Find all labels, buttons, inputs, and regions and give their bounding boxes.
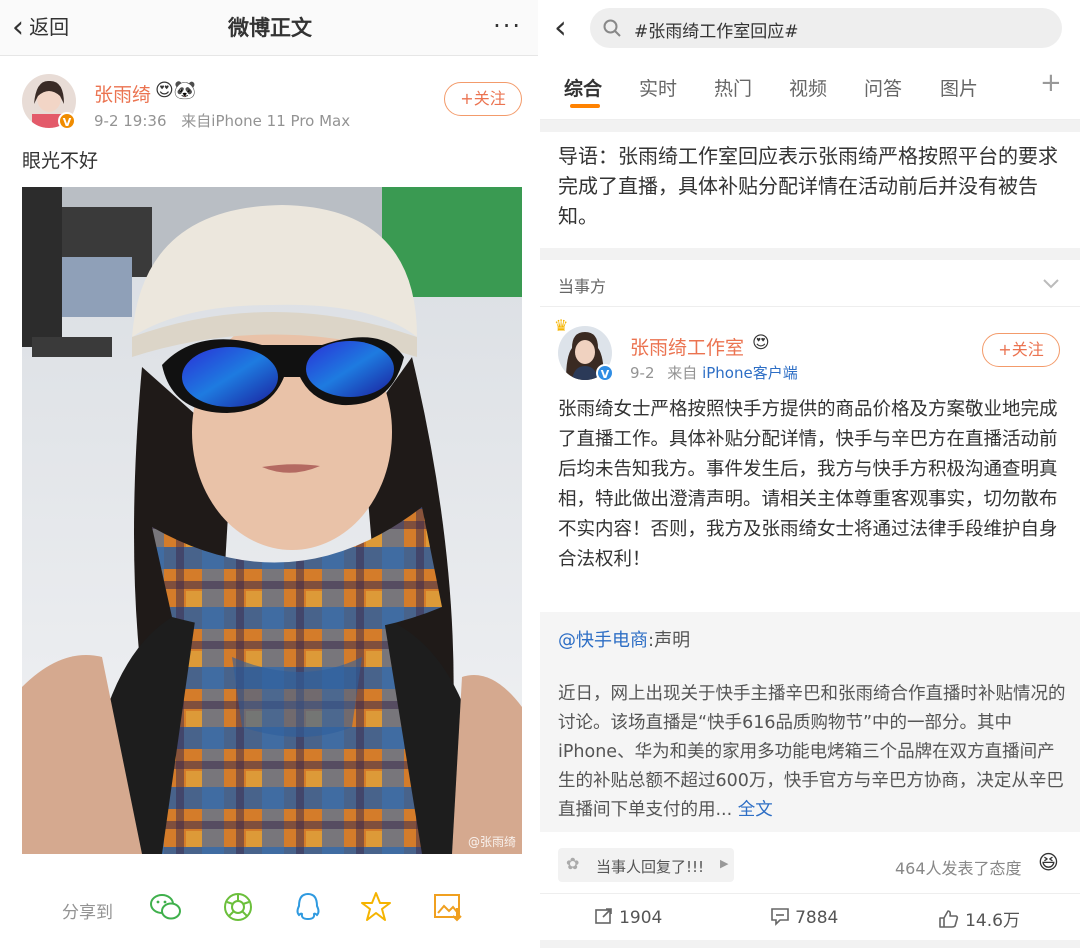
back-chevron-icon[interactable]: ‹ [554,11,567,43]
topic-lead: 导语：张雨绮工作室回应表示张雨绮严格按照平台的要求完成了直播，具体补贴分配详情在… [558,144,1058,228]
quoted-title: @快手电商:声明 [558,626,690,652]
post-meta: 9-2 19:36 来自iPhone 11 Pro Max [94,110,350,131]
add-tab-icon[interactable]: + [1040,68,1062,98]
share-label: 分享到 [62,903,113,923]
post-photo[interactable]: @张雨绮 [22,187,522,854]
tab-images[interactable]: 图片 [940,74,978,101]
repost-count: 1904 [619,908,663,928]
blue-verified-icon: V [596,364,614,382]
quoted-suffix: :声明 [648,630,691,651]
post-time: 9-2 19:36 [94,112,167,130]
mention-link[interactable]: @快手电商 [558,630,648,651]
quoted-body: 近日，网上出现关于快手主播辛巴和张雨绮合作直播时补贴情况的讨论。该场直播是“快手… [558,684,1066,820]
badge-icon: 😍 [752,333,770,353]
comment-count: 7884 [795,908,839,928]
page-title: 微博正文 [228,16,312,40]
save-image-icon[interactable] [430,890,466,926]
section-gap [540,248,1080,260]
bottom-gap [540,940,1080,948]
comment-button[interactable]: 7884 [770,906,838,928]
laugh-emoji-icon: 😆 [1038,850,1059,874]
tab-realtime[interactable]: 实时 [639,74,677,101]
source-link[interactable]: iPhone客户端 [702,364,798,382]
tab-qa[interactable]: 问答 [864,74,902,101]
wechat-icon[interactable] [148,890,184,926]
chevron-down-icon[interactable] [1042,278,1060,290]
section-gap [540,120,1080,132]
reply-chip-label: 当事人回复了!!! [596,858,705,876]
verified-icon: V [58,112,76,130]
quoted-post[interactable]: @快手电商:声明 近日，网上出现关于快手主播辛巴和张雨绮合作直播时补贴情况的讨论… [540,612,1080,832]
left-weibo-post-panel: ‹ 返回 微博正文 ··· V 张雨绮 😍🐼 9-2 19:36 来自iPhon… [0,0,540,948]
nav-bar: ‹ 返回 微博正文 ··· [0,0,540,56]
divider [540,306,1080,307]
star-icon[interactable] [358,890,394,926]
studio-follow-button[interactable]: +关注 [982,333,1060,367]
selfie-image [22,187,522,854]
party-reply-chip[interactable]: ✿ 当事人回复了!!! ▶ [558,848,734,882]
tab-video[interactable]: 视频 [789,74,827,101]
tab-comprehensive[interactable]: 综合 [564,74,602,101]
thumbs-up-icon [939,910,959,928]
studio-name[interactable]: 张雨绮工作室 [630,333,744,360]
active-tab-indicator [570,104,600,108]
tab-bar: 综合 实时 热门 视频 问答 图片 + [540,60,1080,120]
qq-icon[interactable] [290,890,326,926]
studio-post-text: 张雨绮女士严格按照快手方提供的商品价格及方案敬业地完成了直播工作。具体补贴分配详… [558,399,1058,570]
quoted-text: 近日，网上出现关于快手主播辛巴和张雨绮合作直播时补贴情况的讨论。该场直播是“快手… [558,680,1066,825]
comment-icon [771,908,789,926]
search-icon [603,19,621,37]
triangle-right-icon: ▶ [720,857,729,870]
divider [540,893,1080,894]
more-icon[interactable]: ··· [493,0,522,54]
author-name[interactable]: 张雨绮 [94,80,151,107]
like-button[interactable]: 14.6万 [938,906,1020,931]
like-count: 14.6万 [965,911,1020,931]
party-label: 当事方 [558,277,607,296]
follow-button[interactable]: +关注 [444,82,522,116]
right-topic-panel: ‹ #张雨绮工作室回应# 综合 实时 热门 视频 问答 图片 + 导语：张雨绮工… [540,0,1080,948]
search-bar[interactable]: #张雨绮工作室回应# [590,8,1062,48]
flower-icon: ✿ [566,854,580,873]
studio-meta: 9-2 来自 iPhone客户端 [630,362,798,383]
post-text: 眼光不好 [22,150,99,172]
tab-hot[interactable]: 热门 [714,74,752,101]
studio-time: 9-2 [630,364,655,382]
moments-icon[interactable] [220,890,256,926]
search-query[interactable]: #张雨绮工作室回应# [634,17,799,42]
full-text-link[interactable]: 全文 [738,800,773,820]
badge-icons: 😍🐼 [155,80,197,101]
image-watermark: @张雨绮 [467,835,516,849]
repost-icon [595,908,612,924]
source-prefix: 来自 [667,364,698,382]
repost-button[interactable]: 1904 [594,906,662,928]
attitude-count: 464人发表了态度 [895,859,1022,878]
post-source: 来自iPhone 11 Pro Max [181,112,351,130]
